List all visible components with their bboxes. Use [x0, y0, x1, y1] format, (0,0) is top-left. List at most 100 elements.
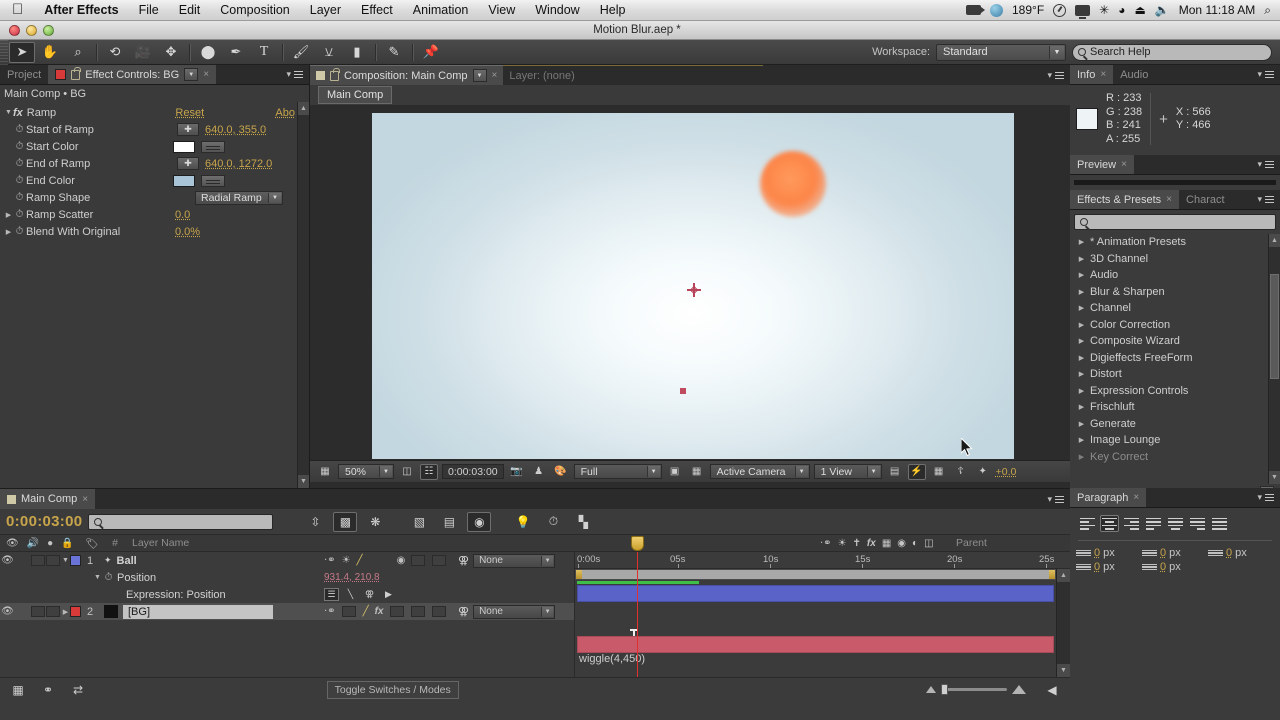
layer-visibility-toggle[interactable]: 👁	[0, 606, 15, 617]
scroll-up-icon[interactable]: ▲	[298, 102, 309, 115]
motion-blur-button[interactable]: ◉	[467, 511, 492, 532]
3d-layer-toggle[interactable]	[431, 606, 446, 617]
disclosure-triangle-icon[interactable]: ▶	[1078, 354, 1085, 362]
collapse-toggle[interactable]	[341, 606, 356, 617]
close-icon[interactable]: ×	[1133, 492, 1139, 503]
disclosure-triangle-icon[interactable]: ▶	[1078, 255, 1085, 263]
composition-panel-menu[interactable]: ▾	[1041, 65, 1070, 85]
layer-switches[interactable]: ‧⚭ ╱ fx	[324, 606, 454, 617]
close-icon[interactable]: ×	[492, 70, 498, 81]
hand-tool[interactable]: ✋	[37, 42, 63, 63]
tab-audio[interactable]: Audio	[1113, 65, 1155, 84]
layer-switches[interactable]: ‧⚭ ☀ ╱ ◉	[324, 555, 454, 566]
volume-icon[interactable]: 🔈	[1155, 3, 1170, 17]
table-row[interactable]: 👁 ▶ 2 [BG] ‧⚭ ╱ fx ⚢ None ▼	[0, 603, 574, 620]
zoom-in-icon[interactable]	[1011, 685, 1026, 694]
compass-icon[interactable]	[1053, 3, 1067, 17]
list-item[interactable]: ▶ Digieffects FreeForm	[1070, 350, 1280, 367]
eyedropper-icon[interactable]	[201, 140, 225, 153]
effect-header-row[interactable]: ▼ fx Ramp Reset Abo	[0, 104, 309, 121]
close-icon[interactable]: ×	[1100, 69, 1106, 80]
expression-language-menu-icon[interactable]: ▶	[381, 588, 396, 601]
disclosure-triangle-icon[interactable]: ▶	[4, 228, 13, 236]
composition-mini-flowchart-button[interactable]: ⇳	[303, 512, 327, 532]
tab-composition-main-comp[interactable]: Composition: Main Comp ▼ ×	[310, 65, 504, 85]
camera-tool[interactable]: 🎥	[130, 42, 156, 63]
anchor-point-marker[interactable]	[687, 283, 701, 297]
solo-toggle[interactable]	[46, 606, 60, 617]
align-left-button[interactable]	[1078, 515, 1097, 532]
timeline-graph-area[interactable]: 0:00s 05s 10s 15s 20s 25s wiggle(4,450) …	[575, 536, 1070, 677]
person-icon[interactable]: ♟	[530, 464, 548, 480]
justify-last-right-button[interactable]	[1188, 515, 1207, 532]
indent-right-field[interactable]: 0 px	[1142, 547, 1208, 559]
menu-edit[interactable]: Edit	[169, 3, 211, 17]
audio-toggle[interactable]	[31, 606, 45, 617]
text-tool[interactable]: T	[251, 42, 277, 63]
disclosure-triangle-icon[interactable]: ▶	[1078, 288, 1085, 296]
effect-controls-scrollbar[interactable]: ▲ ▼	[297, 102, 309, 488]
disclosure-triangle-icon[interactable]: ▶	[1078, 420, 1085, 428]
justify-all-button[interactable]	[1210, 515, 1229, 532]
timeline-icon[interactable]: ▤	[886, 464, 904, 480]
motion-blur-enable-button[interactable]: ▤	[437, 512, 461, 532]
brush-tool[interactable]: 🖌	[288, 42, 314, 63]
indent-right-value[interactable]: 0	[1160, 547, 1166, 559]
clone-stamp-tool[interactable]: ⚺	[316, 42, 342, 63]
property-ramp-scatter[interactable]: ▶ ⏱ Ramp Scatter 0.0	[0, 206, 309, 223]
disclosure-triangle-icon[interactable]: ▶	[1078, 387, 1085, 395]
close-icon[interactable]: ×	[1121, 159, 1127, 170]
property-end-color[interactable]: ⏱ End Color	[0, 172, 309, 189]
breadcrumb-main-comp[interactable]: Main Comp	[318, 86, 393, 104]
scroll-up-icon[interactable]: ▲	[1269, 234, 1280, 247]
layer-bar-bg[interactable]	[577, 636, 1054, 653]
list-item[interactable]: ▶ Distort	[1070, 366, 1280, 383]
layer-name[interactable]: [BG]	[123, 604, 273, 619]
wifi-icon[interactable]: ◕	[1118, 3, 1125, 17]
roto-brush-tool[interactable]: ✎	[381, 42, 407, 63]
shy-icon[interactable]: ‧⚭	[324, 555, 336, 566]
stopwatch-icon[interactable]: ⏱	[13, 158, 26, 169]
menu-help[interactable]: Help	[590, 3, 636, 17]
parent-select[interactable]: None ▼	[473, 604, 556, 619]
parent-pickwhip-icon[interactable]: ⚢	[458, 554, 469, 567]
tab-paragraph[interactable]: Paragraph ×	[1070, 488, 1147, 507]
ball-layer-object[interactable]	[760, 151, 826, 217]
view-layout-select[interactable]: 1 View ▼	[813, 464, 882, 479]
transparency-grid-icon[interactable]: ☷	[420, 463, 438, 480]
layer-name-cell[interactable]: ✦ Ball	[99, 555, 324, 567]
scroll-down-icon[interactable]: ▼	[1057, 664, 1070, 677]
stopwatch-icon[interactable]: ⏱	[13, 175, 26, 186]
disclosure-triangle-icon[interactable]: ▶	[4, 211, 13, 219]
temperature-status[interactable]: 189°F	[1012, 3, 1044, 17]
rotation-tool[interactable]: ⟲	[102, 42, 128, 63]
property-blend-with-original[interactable]: ▶ ⏱ Blend With Original 0.0%	[0, 223, 309, 240]
expression-text[interactable]: wiggle(4,450)	[579, 653, 645, 665]
layer-bar-ball[interactable]	[577, 585, 1054, 602]
justify-last-left-button[interactable]	[1144, 515, 1163, 532]
camera-view-select[interactable]: Active Camera ▼	[709, 464, 810, 479]
chevron-down-icon[interactable]: ▼	[472, 69, 487, 82]
disclosure-triangle-icon[interactable]: ▶	[1078, 238, 1085, 246]
comp-settings-icon[interactable]: ▦	[6, 680, 30, 700]
disclosure-triangle-icon[interactable]: ▶	[1078, 337, 1085, 345]
property-name-cell[interactable]: Position	[115, 572, 324, 584]
scroll-down-icon[interactable]: ▼	[1269, 471, 1280, 484]
lock-icon[interactable]	[71, 66, 82, 80]
stopwatch-icon[interactable]: ⏱	[13, 124, 26, 135]
disclosure-triangle-icon[interactable]: ▼	[61, 557, 70, 564]
point-picker-icon[interactable]: ✚	[177, 157, 199, 170]
tab-effects-presets[interactable]: Effects & Presets ×	[1070, 190, 1180, 209]
quality-icon[interactable]: ╱	[357, 555, 363, 566]
motion-blur-icon[interactable]: ◉	[397, 555, 406, 566]
zoom-level-select[interactable]: 50% ▼	[338, 464, 394, 479]
disclosure-triangle-icon[interactable]: ▶	[1078, 370, 1085, 378]
preview-panel-menu[interactable]: ▾	[1251, 155, 1280, 174]
property-value[interactable]: 0.0	[175, 209, 309, 221]
disclosure-triangle-icon[interactable]: ▶	[1078, 321, 1085, 329]
menu-layer[interactable]: Layer	[300, 3, 351, 17]
list-item[interactable]: ▶ Composite Wizard	[1070, 333, 1280, 350]
space-before-field[interactable]: 0 px	[1076, 561, 1142, 573]
parent-column-header[interactable]: Parent	[950, 537, 1070, 549]
work-area-start-handle[interactable]	[576, 570, 582, 579]
